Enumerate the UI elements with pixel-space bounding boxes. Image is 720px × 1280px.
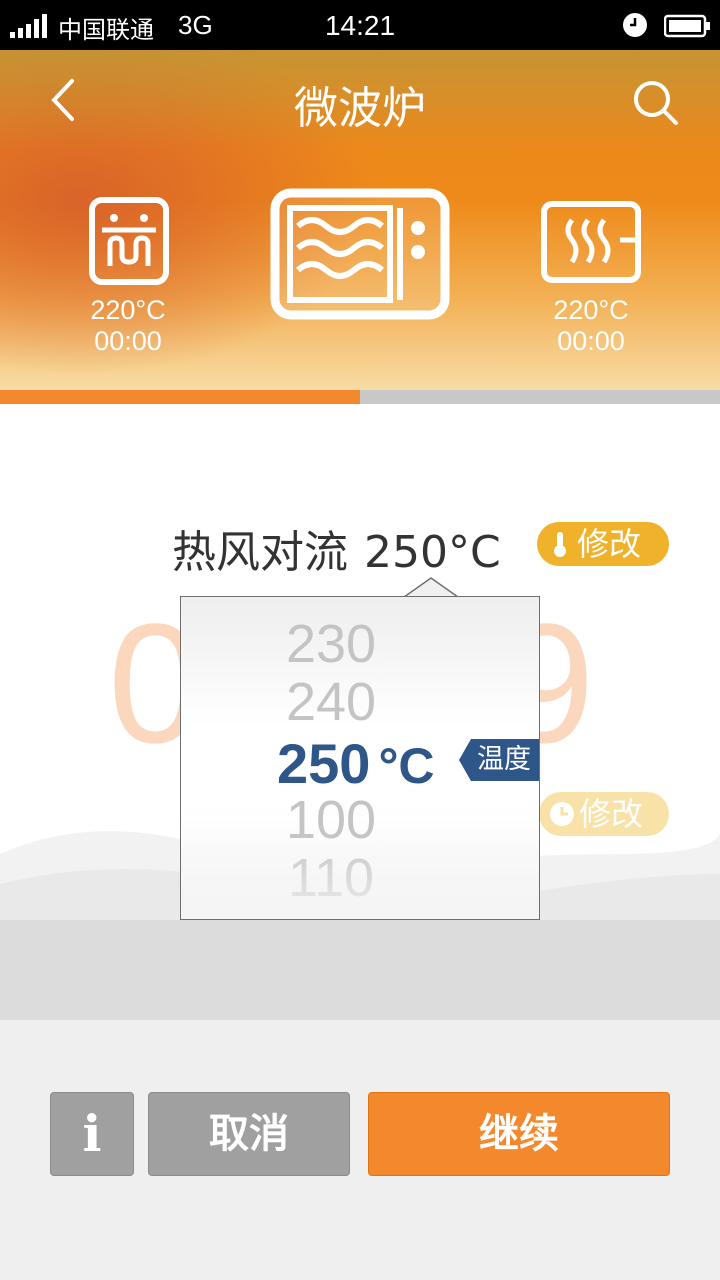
current-setting: 热风对流 250°C	[172, 516, 501, 580]
page-title: 微波炉	[294, 83, 426, 134]
grill-mode-icon[interactable]	[540, 200, 642, 284]
current-temperature: 250°C	[364, 527, 501, 578]
picker-option[interactable]: 240	[181, 671, 481, 733]
info-button[interactable]: i	[50, 1092, 134, 1176]
selected-value: 250	[277, 732, 371, 795]
picker-option[interactable]: 110	[181, 847, 481, 909]
right-mode-time: 00:00	[557, 326, 625, 356]
temperature-picker[interactable]: 230 240 250 °C 100 110 温度	[180, 596, 540, 920]
status-bar: 中国联通 3G 14:21	[0, 0, 720, 50]
right-mode-temp: 220°C	[553, 295, 629, 325]
mode-name: 热风对流	[172, 527, 348, 578]
left-mode-info: 220°C 00:00	[68, 295, 188, 357]
picker-pointer	[404, 577, 458, 598]
progress-fill	[0, 390, 360, 404]
picker-option[interactable]: 100	[181, 789, 481, 851]
left-mode-temp: 220°C	[90, 295, 166, 325]
thermometer-icon	[554, 532, 566, 557]
gray-band	[0, 920, 720, 1020]
left-mode-time: 00:00	[94, 326, 162, 356]
battery-icon	[664, 14, 710, 38]
cancel-button[interactable]: 取消	[148, 1092, 350, 1176]
search-icon[interactable]	[628, 75, 682, 129]
header: 微波炉 220°C 00:00 220°C 00:00	[0, 50, 720, 390]
picker-tag: 温度	[459, 739, 539, 781]
picker-option[interactable]: 230	[181, 613, 481, 675]
progress-bar	[0, 390, 720, 404]
steam-mode-icon[interactable]	[88, 196, 170, 286]
alarm-icon	[623, 13, 647, 37]
picker-selected-option[interactable]: 250 °C	[277, 731, 435, 796]
selected-unit: °C	[378, 738, 435, 794]
microwave-mode-icon[interactable]	[270, 188, 450, 320]
right-mode-info: 220°C 00:00	[531, 295, 651, 357]
clock: 14:21	[324, 10, 396, 41]
continue-button[interactable]: 继续	[368, 1092, 670, 1176]
modify-temp-label: 修改	[577, 525, 642, 563]
modify-temp-button[interactable]: 修改	[537, 522, 669, 566]
